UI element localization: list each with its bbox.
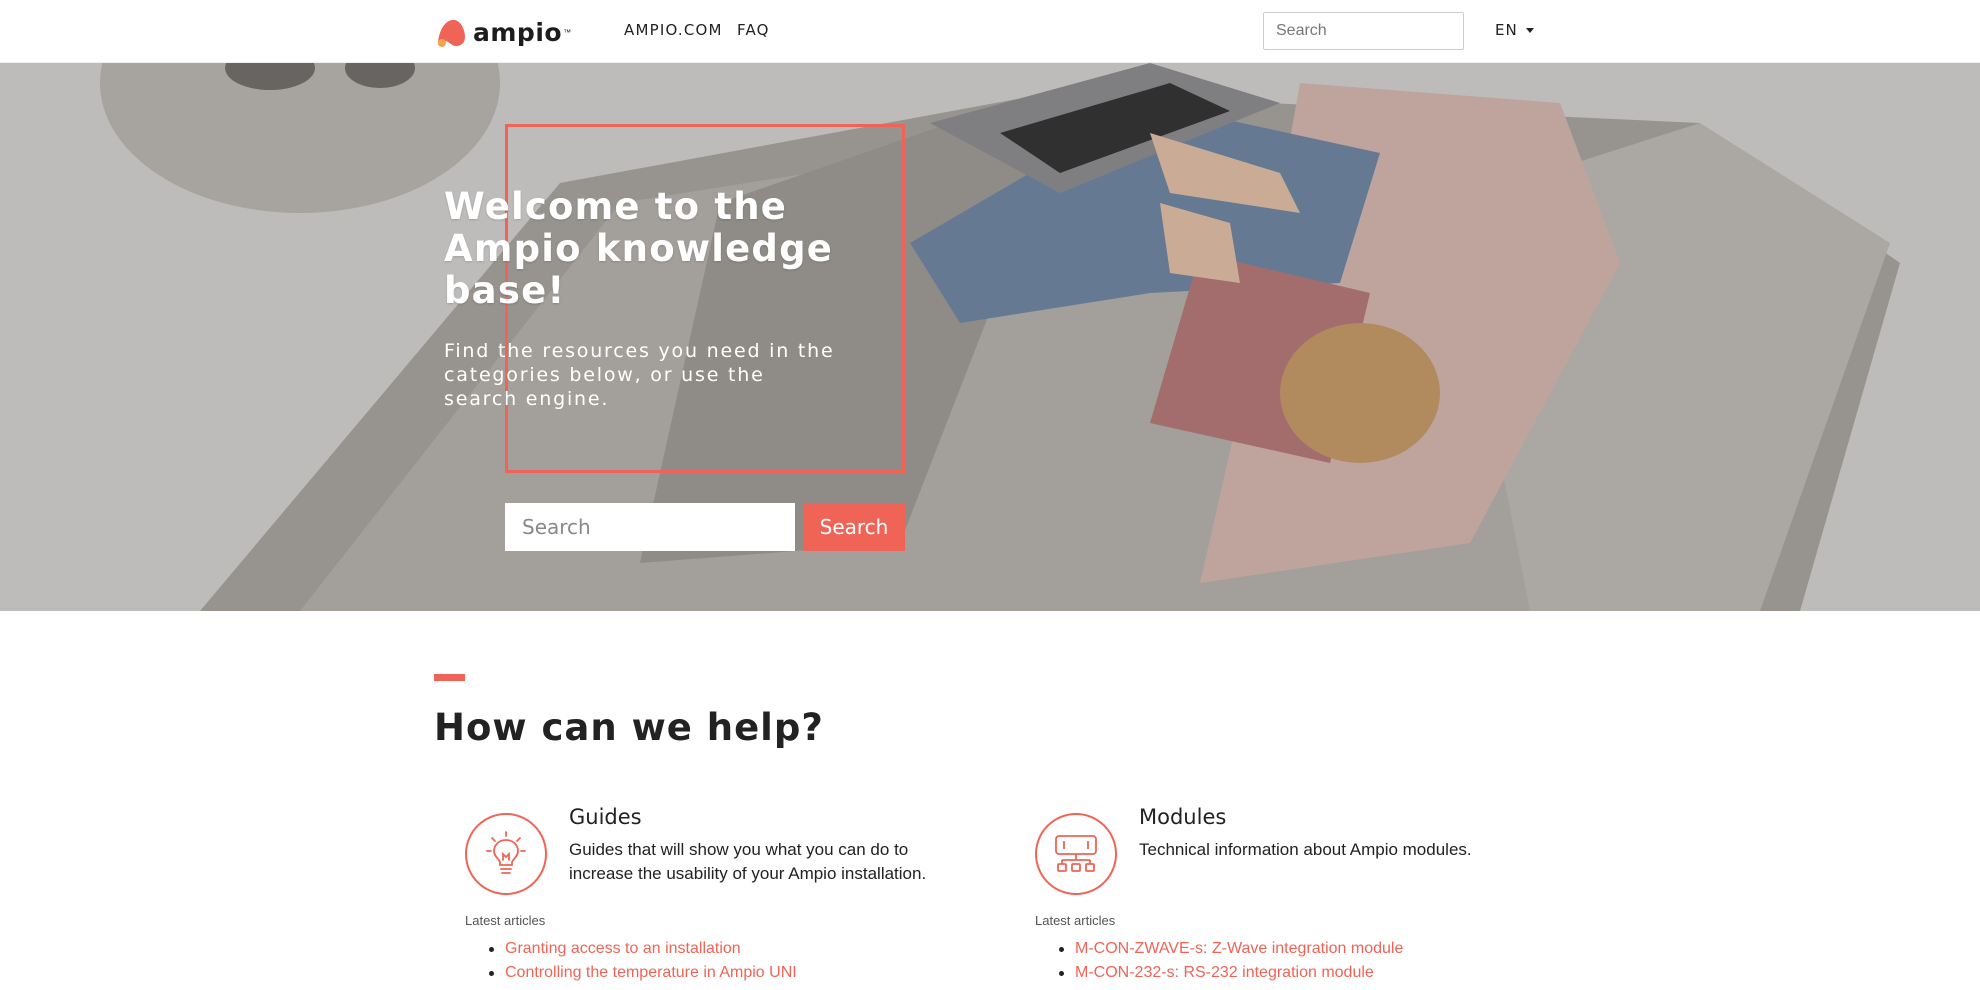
category-title-modules[interactable]: Modules (1139, 805, 1226, 829)
list-item: M-CON-ZWAVE-s: Z-Wave integration module (1055, 937, 1403, 961)
latest-articles-label-guides: Latest articles (465, 913, 546, 928)
nav-link-faq[interactable]: FAQ (737, 21, 770, 39)
hero-search-button[interactable]: Search (803, 503, 905, 551)
logo-text: ampio (473, 17, 563, 47)
list-item: M-CON-232-s: RS-232 integration module (1055, 961, 1403, 985)
chevron-down-icon (1525, 27, 1534, 33)
article-link[interactable]: M-CON-ZWAVE-s: Z-Wave integration module (1075, 940, 1403, 957)
list-item: Controlling the temperature in Ampio UNI (485, 961, 797, 985)
language-dropdown[interactable]: EN (1495, 21, 1534, 39)
hero-search-input[interactable] (505, 503, 795, 551)
latest-articles-label-modules: Latest articles (1035, 913, 1116, 928)
help-section-title: How can we help? (434, 706, 824, 749)
hero-banner: Welcome to the Ampio knowledge base! Fin… (0, 63, 1980, 611)
ampio-logo[interactable]: ampio ™ (434, 14, 584, 50)
article-link[interactable]: Controlling the temperature in Ampio UNI (505, 964, 797, 981)
article-list-guides: Granting access to an installation Contr… (485, 937, 797, 985)
language-label: EN (1495, 21, 1518, 39)
list-item: Granting access to an installation (485, 937, 797, 961)
category-description-guides: Guides that will show you what you can d… (569, 840, 927, 883)
module-network-icon[interactable] (1035, 813, 1117, 895)
top-navbar: ampio™ AMPIO.COM FAQ EN (0, 0, 1980, 63)
category-description-modules: Technical information about Ampio module… (1139, 840, 1472, 859)
nav-search-input[interactable] (1263, 12, 1464, 50)
article-list-modules: M-CON-ZWAVE-s: Z-Wave integration module… (1055, 937, 1403, 985)
category-title-guides[interactable]: Guides (569, 805, 642, 829)
logo-trademark: ™ (563, 27, 572, 37)
article-link[interactable]: M-CON-232-s: RS-232 integration module (1075, 964, 1374, 981)
article-link[interactable]: Granting access to an installation (505, 940, 741, 957)
ampio-logo-icon (438, 19, 465, 47)
hero-subtitle: Find the resources you need in the categ… (444, 340, 835, 410)
lightbulb-icon[interactable] (465, 813, 547, 895)
nav-link-ampio-com[interactable]: AMPIO.COM (624, 21, 723, 39)
hero-overlay (0, 63, 1980, 611)
hero-title: Welcome to the Ampio knowledge base! (444, 185, 834, 312)
section-accent-bar (434, 674, 465, 681)
